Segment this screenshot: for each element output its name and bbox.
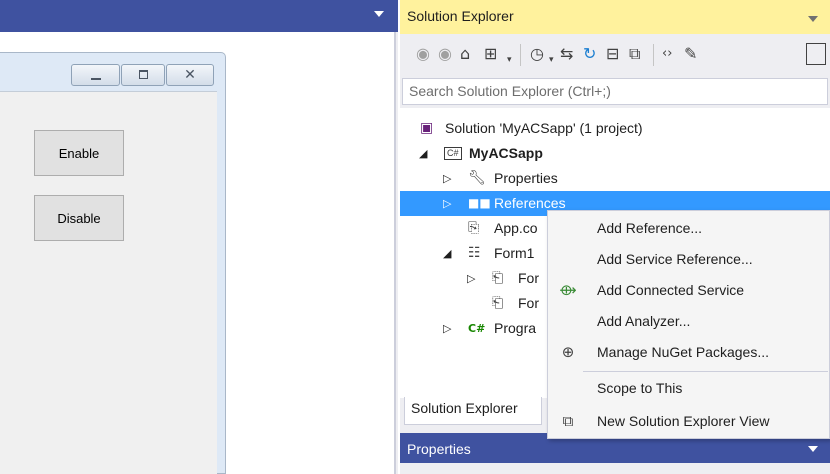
- back-icon[interactable]: ◉: [416, 44, 430, 64]
- solution-explorer-titlebar: Solution Explorer: [400, 0, 830, 34]
- tree-item-label: For: [518, 295, 539, 311]
- form-window[interactable]: ✕: [0, 52, 226, 474]
- search-input[interactable]: Search Solution Explorer (Ctrl+;): [402, 78, 828, 105]
- toolbar-separator: [520, 44, 521, 66]
- sync-icon[interactable]: ⇆: [560, 44, 573, 64]
- menu-item-scope-to-this[interactable]: Scope to This: [548, 373, 829, 404]
- home-icon[interactable]: ⌂: [460, 44, 470, 64]
- collapsed-arrow-icon: ▷: [443, 197, 452, 210]
- connected-service-icon: ⟴: [559, 281, 577, 299]
- form-titlebar: ✕: [0, 53, 225, 89]
- tree-item-solution[interactable]: ▣ Solution 'MyACSapp' (1 project): [400, 116, 830, 141]
- tree-item-label: Progra: [494, 320, 537, 336]
- forward-icon[interactable]: ◉: [438, 44, 452, 64]
- maximize-button[interactable]: [121, 64, 165, 86]
- tree-item-project[interactable]: ◢ C# MyACSapp: [400, 141, 830, 166]
- designer-tab-bar: [0, 0, 398, 32]
- menu-item-new-solution-explorer-view[interactable]: ⧉ New Solution Explorer View: [548, 406, 829, 437]
- properties-icon[interactable]: ✎: [684, 44, 697, 64]
- menu-item-label: Manage NuGet Packages...: [597, 344, 769, 360]
- tree-item-label: Solution 'MyACSapp' (1 project): [445, 120, 643, 136]
- chevron-down-icon[interactable]: [374, 11, 384, 17]
- tree-item-label: Properties: [494, 170, 558, 186]
- close-button[interactable]: ✕: [166, 64, 214, 86]
- form-icon: ☷: [468, 245, 481, 261]
- csharp-project-icon: C#: [444, 141, 462, 166]
- code-file-icon: ⎗: [492, 295, 504, 311]
- view-code-icon[interactable]: ‹›: [662, 44, 672, 64]
- csharp-badge: C#: [444, 146, 462, 160]
- menu-item-add-reference[interactable]: Add Reference...: [548, 213, 829, 244]
- menu-item-label: Add Connected Service: [597, 282, 745, 298]
- designer-pane: ✕ Enable Disable: [0, 0, 398, 474]
- references-icon: ■■: [468, 196, 491, 210]
- collapsed-arrow-icon: ▷: [443, 322, 452, 335]
- tree-item-label: MyACSapp: [469, 145, 543, 161]
- wrench-icon: 🔧︎: [468, 170, 486, 186]
- config-file-icon: ⎘: [468, 220, 480, 236]
- chevron-down-icon[interactable]: ▾: [507, 50, 512, 70]
- menu-item-label: Scope to This: [597, 380, 683, 396]
- menu-item-add-service-reference[interactable]: Add Service Reference...: [548, 244, 829, 275]
- toolbar-separator: [653, 44, 654, 66]
- chevron-down-icon[interactable]: ▾: [549, 50, 554, 70]
- menu-item-label: Add Analyzer...: [597, 313, 691, 329]
- solution-explorer-title: Solution Explorer: [407, 8, 514, 24]
- nuget-package-icon: ⊕: [561, 343, 575, 361]
- expanded-arrow-icon: ◢: [443, 247, 452, 260]
- maximize-icon: [139, 70, 148, 79]
- switch-views-icon[interactable]: ⊞: [484, 44, 497, 64]
- refresh-icon[interactable]: ↻: [583, 44, 596, 64]
- tree-item-label: For: [518, 270, 539, 286]
- expanded-arrow-icon: ◢: [419, 147, 428, 160]
- preview-icon[interactable]: [806, 43, 826, 65]
- designer-canvas: ✕: [0, 32, 396, 474]
- solution-explorer-toolbar: ◉ ◉ ⌂ ⊞ ▾ ◷ ▾ ⇆ ↻ ⊟ ⧉ ‹› ✎: [400, 34, 830, 76]
- menu-item-add-connected-service[interactable]: ⟴ Add Connected Service: [548, 275, 829, 306]
- menu-separator: [583, 371, 828, 372]
- tree-item-label: App.co: [494, 220, 538, 236]
- collapsed-arrow-icon: ▷: [443, 172, 452, 185]
- collapsed-arrow-icon: ▷: [467, 272, 476, 285]
- menu-item-add-analyzer[interactable]: Add Analyzer...: [548, 306, 829, 337]
- new-view-icon: ⧉: [562, 412, 574, 430]
- menu-item-label: Add Reference...: [597, 220, 703, 236]
- pending-changes-icon[interactable]: ◷: [530, 44, 544, 64]
- minimize-icon: [91, 78, 101, 80]
- minimize-button[interactable]: [71, 64, 120, 86]
- chevron-down-icon[interactable]: [808, 446, 818, 452]
- menu-item-manage-nuget[interactable]: ⊕ Manage NuGet Packages...: [548, 337, 829, 368]
- csharp-file-icon: C#: [468, 322, 486, 335]
- code-file-icon: ⎗: [492, 270, 504, 286]
- collapse-all-icon[interactable]: ⊟: [606, 44, 619, 64]
- chevron-down-icon[interactable]: [808, 16, 818, 22]
- properties-title: Properties: [407, 441, 471, 457]
- context-menu: Add Reference... Add Service Reference..…: [547, 210, 830, 439]
- disable-button[interactable]: Disable: [34, 195, 124, 241]
- solution-icon: ▣: [420, 120, 434, 136]
- tree-item-properties[interactable]: ▷ 🔧︎ Properties: [400, 166, 830, 191]
- close-icon: ✕: [184, 67, 196, 83]
- menu-item-label: Add Service Reference...: [597, 251, 753, 267]
- show-all-files-icon[interactable]: ⧉: [629, 44, 640, 64]
- tab-solution-explorer[interactable]: Solution Explorer: [404, 397, 542, 425]
- menu-item-label: New Solution Explorer View: [597, 413, 770, 429]
- tree-item-label: Form1: [494, 245, 535, 261]
- enable-button[interactable]: Enable: [34, 130, 124, 176]
